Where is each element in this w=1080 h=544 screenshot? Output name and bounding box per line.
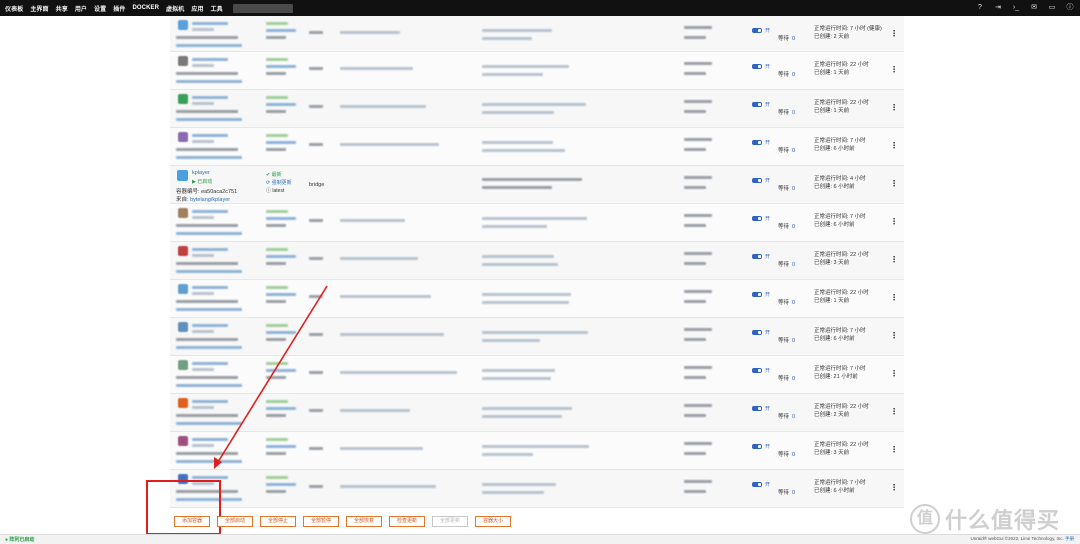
footer-copyright: Unraid® webGui ©2022, Lime Technology, I… [970,536,1074,542]
array-status: ● 阵列已启动 [5,537,35,543]
action-buttons: 添加容器 全部启动 全部停止 全部暂停 全部恢复 检查更新 全部更新 容器大小 [174,516,511,527]
footer: ● 阵列已启动 Unraid® webGui ©2022, Lime Techn… [0,534,1080,544]
add-container-button[interactable]: 添加容器 [174,516,210,527]
watermark: 值 什么值得买 [910,503,1060,535]
watermark-logo: 值 [910,504,940,534]
manual-link[interactable]: 手册 [1065,536,1074,541]
annotation-arrow [214,285,328,469]
copyright-text: Unraid® webGui ©2022, Lime Technology, I… [970,536,1064,541]
watermark-text: 什么值得买 [945,508,1061,533]
pause-all-button[interactable]: 全部暂停 [303,516,339,527]
arrow-line [217,285,328,463]
update-all-button: 全部更新 [432,516,468,527]
check-updates-button[interactable]: 检查更新 [389,516,425,527]
array-status-text: 阵列已启动 [9,537,35,543]
stop-all-button[interactable]: 全部停止 [260,516,296,527]
resume-all-button[interactable]: 全部恢复 [346,516,382,527]
start-all-button[interactable]: 全部启动 [217,516,253,527]
container-size-button[interactable]: 容器大小 [475,516,511,527]
